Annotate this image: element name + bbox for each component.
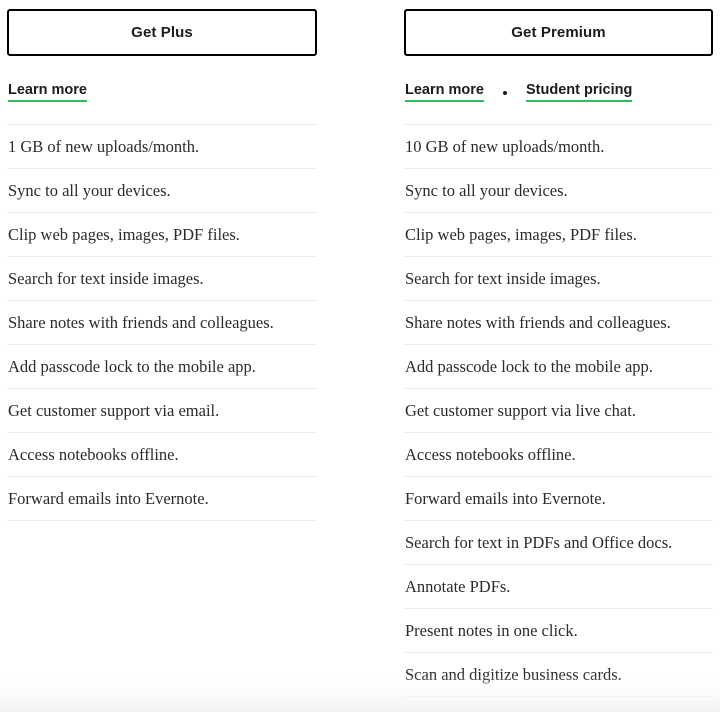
feature-item: Get customer support via live chat. (404, 389, 713, 433)
feature-item: Clip web pages, images, PDF files. (404, 213, 713, 257)
plan-links-premium: Learn more Student pricing (404, 82, 713, 102)
feature-item: Access notebooks offline. (404, 433, 713, 477)
feature-item: Clip web pages, images, PDF files. (7, 213, 317, 257)
feature-item: Search for text in PDFs and Office docs. (404, 521, 713, 565)
feature-item: Add passcode lock to the mobile app. (404, 345, 713, 389)
feature-item: Present notes in one click. (404, 609, 713, 653)
learn-more-link-plus[interactable]: Learn more (8, 82, 87, 102)
feature-item: Share notes with friends and colleagues. (7, 301, 317, 345)
get-plus-button[interactable]: Get Plus (7, 9, 317, 56)
feature-item: Forward emails into Evernote. (7, 477, 317, 521)
feature-item: Search for text inside images. (7, 257, 317, 301)
pricing-comparison-columns: Get Plus Learn more 1 GB of new uploads/… (0, 0, 720, 712)
feature-list-plus: 1 GB of new uploads/month. Sync to all y… (7, 124, 317, 521)
bullet-separator-icon (502, 91, 507, 95)
feature-item: Share notes with friends and colleagues. (404, 301, 713, 345)
feature-item: 1 GB of new uploads/month. (7, 125, 317, 169)
feature-item: Annotate PDFs. (404, 565, 713, 609)
feature-item: Sync to all your devices. (404, 169, 713, 213)
feature-item: Access notebooks offline. (7, 433, 317, 477)
feature-item: Search for text inside images. (404, 257, 713, 301)
feature-item: Add passcode lock to the mobile app. (7, 345, 317, 389)
plan-column-premium: Get Premium Learn more Student pricing 1… (396, 0, 720, 712)
get-premium-button[interactable]: Get Premium (404, 9, 713, 56)
feature-item: Get customer support via email. (7, 389, 317, 433)
plan-column-plus: Get Plus Learn more 1 GB of new uploads/… (0, 0, 396, 712)
feature-item: Forward emails into Evernote. (404, 477, 713, 521)
feature-item: 10 GB of new uploads/month. (404, 125, 713, 169)
feature-item: Scan and digitize business cards. (404, 653, 713, 697)
feature-item: Sync to all your devices. (7, 169, 317, 213)
feature-list-premium: 10 GB of new uploads/month. Sync to all … (404, 124, 713, 697)
student-pricing-link[interactable]: Student pricing (525, 82, 633, 102)
learn-more-link-premium[interactable]: Learn more (405, 82, 484, 102)
plan-links-plus: Learn more (7, 82, 317, 102)
